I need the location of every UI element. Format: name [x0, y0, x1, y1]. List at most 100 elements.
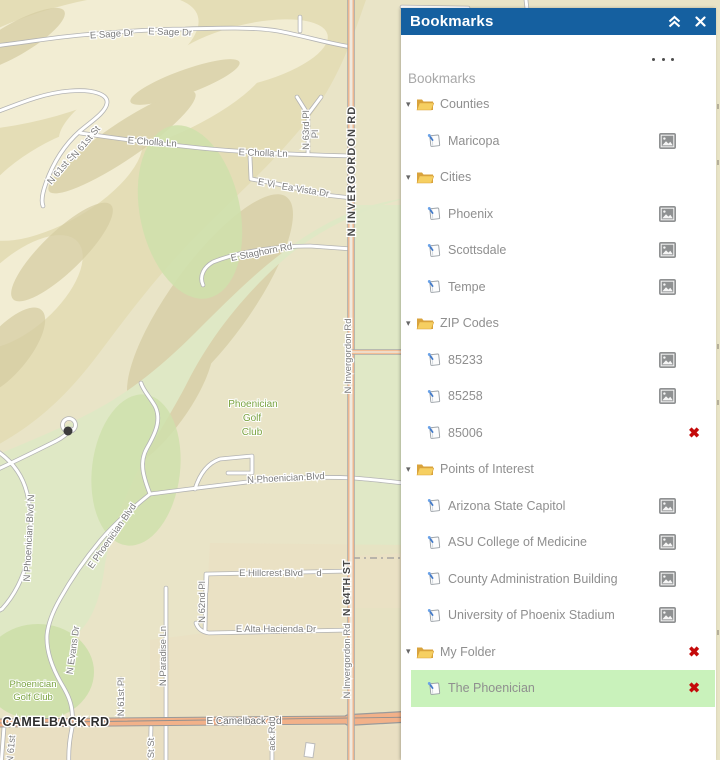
map-label: E Alta Hacienda Dr: [236, 624, 316, 635]
bookmarks-tree: ▾ Counties Maricopa ▾ Cities Phoenix Sco…: [406, 86, 715, 707]
folder-label: Cities: [440, 170, 472, 185]
bookmark-icon: [427, 608, 442, 623]
section-label: Bookmarks: [408, 71, 476, 86]
thumbnail-button[interactable]: [659, 351, 676, 368]
folder-icon: [416, 645, 434, 659]
delete-bookmark-button[interactable]: ✖: [688, 425, 700, 439]
bookmark-label: Maricopa: [448, 133, 500, 148]
tree-bookmark-85233[interactable]: 85233: [411, 342, 715, 379]
bookmark-label: ASU College of Medicine: [448, 535, 587, 550]
bookmark-icon: [427, 243, 442, 258]
map-label: E Hillcrest Blvd: [239, 568, 303, 579]
map-label: N 61st: [5, 735, 18, 760]
tree-folder-cities[interactable]: ▾ Cities: [406, 159, 715, 196]
map-label: CAMELBACK RD: [3, 715, 110, 729]
map-label: N 61st Pl: [116, 678, 127, 717]
map-label: N 64TH ST: [341, 560, 353, 616]
tree-bookmark-85006[interactable]: 85006 ✖: [411, 415, 715, 452]
folder-icon: [416, 170, 434, 184]
folder-label: Points of Interest: [440, 462, 534, 477]
thumbnail-button[interactable]: [659, 388, 676, 404]
more-options-button[interactable]: [652, 53, 674, 65]
bookmark-label: County Administration Building: [448, 571, 618, 586]
tree-folder-points-of-interest[interactable]: ▾ Points of Interest: [406, 451, 715, 488]
bookmark-label: 85233: [448, 352, 483, 367]
map-label: N 62nd Pl: [197, 581, 208, 623]
thumbnail-button[interactable]: [659, 242, 676, 258]
bookmark-label: 85258: [448, 389, 483, 404]
map-label: N Invergordon Rd: [343, 319, 354, 394]
map-label: St St: [146, 737, 157, 758]
thumbnail-button[interactable]: [659, 497, 676, 514]
bookmark-icon: [427, 279, 442, 294]
map-label: E Sage Dr: [148, 26, 192, 39]
folder-label: Counties: [440, 97, 490, 112]
tree-bookmark-county-administration-building[interactable]: County Administration Building: [411, 561, 715, 598]
bookmark-icon: [427, 133, 442, 148]
thumbnail-button[interactable]: [659, 607, 676, 623]
tree-folder-zip-codes[interactable]: ▾ ZIP Codes: [406, 305, 715, 342]
folder-label: ZIP Codes: [440, 316, 499, 331]
delete-bookmark-button[interactable]: ✖: [688, 681, 700, 695]
tree-folder-counties[interactable]: ▾ Counties: [406, 86, 715, 123]
tree-bookmark-university-of-phoenix-stadium[interactable]: University of Phoenix Stadium: [411, 597, 715, 634]
tree-folder-my-folder[interactable]: ▾ My Folder ✖: [406, 634, 715, 671]
bookmark-icon: [427, 535, 442, 550]
bookmark-icon: [427, 571, 442, 586]
collapse-panel-button[interactable]: [662, 8, 686, 35]
thumbnail-button[interactable]: [659, 278, 676, 295]
caret-down-icon[interactable]: ▾: [406, 99, 415, 109]
caret-down-icon[interactable]: ▾: [406, 318, 415, 328]
poi-dot: [63, 426, 73, 436]
folder-icon: [416, 97, 434, 111]
thumbnail-button[interactable]: [659, 534, 676, 550]
map-label: Club: [242, 427, 263, 438]
map-label: Phoenician: [228, 399, 277, 410]
south-camelback-zone: [0, 726, 406, 760]
map-label: N Paradise Ln: [158, 626, 169, 686]
panel-header: Bookmarks: [401, 8, 716, 35]
map-label: Golf: [243, 413, 262, 424]
bookmark-icon: [427, 206, 442, 221]
thumbnail-button[interactable]: [659, 205, 676, 222]
bookmark-label: Tempe: [448, 279, 486, 294]
tree-bookmark-maricopa[interactable]: Maricopa: [411, 123, 715, 160]
tree-bookmark-tempe[interactable]: Tempe: [411, 269, 715, 306]
bookmark-label: Arizona State Capitol: [448, 498, 566, 513]
close-icon: [694, 16, 706, 27]
tree-bookmark-scottsdale[interactable]: Scottsdale: [411, 232, 715, 269]
tree-bookmark-asu-college-of-medicine[interactable]: ASU College of Medicine: [411, 524, 715, 561]
tree-bookmark-phoenix[interactable]: Phoenix: [411, 196, 715, 233]
map-label: ack Rd: [267, 721, 278, 751]
tree-bookmark-the-phoenician[interactable]: The Phoenician ✖: [411, 670, 715, 707]
tree-bookmark-arizona-state-capitol[interactable]: Arizona State Capitol: [411, 488, 715, 525]
bookmark-label: University of Phoenix Stadium: [448, 608, 615, 623]
caret-down-icon[interactable]: ▾: [406, 464, 415, 474]
map-label: N INVERGORDON RD: [346, 106, 358, 237]
map-label: Golf Club: [13, 692, 53, 703]
bookmark-label: The Phoenician: [448, 681, 535, 696]
double-chevron-up-icon: [668, 15, 680, 28]
small-building: [303, 741, 316, 759]
delete-folder-button[interactable]: ✖: [688, 644, 700, 658]
map-label: N Invergordon Rd: [342, 624, 353, 699]
tree-bookmark-85258[interactable]: 85258: [411, 378, 715, 415]
bookmark-icon: [427, 389, 442, 404]
bookmark-label: Scottsdale: [448, 243, 507, 258]
bookmark-icon: [427, 681, 442, 696]
caret-down-icon[interactable]: ▾: [406, 172, 415, 182]
bookmarks-panel: Bookmarks Bookmarks ▾ Counties Maricopa …: [401, 8, 716, 760]
folder-icon: [416, 462, 434, 476]
map-label: d: [316, 568, 321, 579]
caret-down-icon[interactable]: ▾: [406, 647, 415, 656]
green-area-east: [352, 205, 406, 556]
map-label: Phoenician: [9, 679, 56, 690]
close-panel-button[interactable]: [688, 8, 712, 35]
app-window: E Sage Dr E Sage Dr N 61st St N 61st St …: [0, 0, 720, 760]
thumbnail-button[interactable]: [659, 570, 676, 587]
thumbnail-button[interactable]: [659, 132, 676, 149]
bookmark-label: Phoenix: [448, 206, 494, 221]
bookmark-icon: [427, 425, 442, 440]
bookmark-icon: [427, 352, 442, 367]
bookmark-label: 85006: [448, 425, 483, 440]
